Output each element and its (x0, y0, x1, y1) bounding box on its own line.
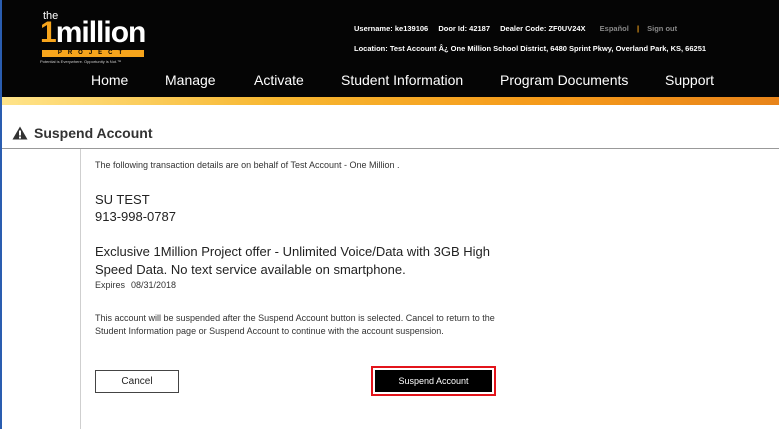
logo[interactable]: the 1million PROJECT Potential is Everyw… (40, 10, 150, 64)
subscriber-phone: 913-998-0787 (95, 209, 176, 224)
door-id: Door Id: 42187 (438, 24, 491, 33)
suspend-notice: This account will be suspended after the… (95, 313, 495, 336)
user-info: Username: ke139106 Door Id: 42187 Dealer… (354, 22, 706, 62)
username: Username: ke139106 (354, 24, 429, 33)
nav-support[interactable]: Support (665, 72, 714, 88)
logo-wordmark: 1million (40, 16, 146, 49)
nav-activate[interactable]: Activate (254, 72, 304, 88)
transaction-intro: The following transaction details are on… (95, 160, 400, 170)
nav-program-documents[interactable]: Program Documents (500, 72, 628, 88)
subscriber-name: SU TEST (95, 192, 150, 207)
signout-link[interactable]: Sign out (647, 24, 677, 33)
expires-label: Expires (95, 280, 126, 290)
content-panel-border (80, 149, 81, 429)
logo-tagline: Potential is Everywhere. Opportunity is … (40, 59, 122, 64)
suspend-account-button[interactable]: Suspend Account (375, 370, 492, 392)
dealer-code: Dealer Code: ZF0UV24X (500, 24, 586, 33)
plan-offer: Exclusive 1Million Project offer - Unlim… (95, 244, 490, 277)
nav-manage[interactable]: Manage (165, 72, 216, 88)
warning-triangle-icon (12, 126, 28, 140)
site-header: the 1million PROJECT Potential is Everyw… (2, 0, 779, 97)
page-title: Suspend Account (34, 125, 153, 141)
title-divider (2, 148, 779, 149)
divider: | (636, 24, 640, 33)
language-link[interactable]: Español (600, 24, 629, 33)
logo-project-bar: PROJECT (42, 50, 144, 57)
main-nav: Home Manage Activate Student Information… (2, 68, 779, 94)
location: Location: Test Account Â¿ One Million Sc… (354, 44, 707, 53)
expires-date: 08/31/2018 (131, 280, 177, 290)
nav-home[interactable]: Home (91, 72, 128, 88)
page-title-row: Suspend Account (2, 124, 779, 148)
expiration: Expires 08/31/2018 (95, 280, 176, 290)
cancel-button[interactable]: Cancel (95, 370, 179, 393)
nav-student-information[interactable]: Student Information (341, 72, 463, 88)
header-accent-stripe (2, 97, 779, 105)
